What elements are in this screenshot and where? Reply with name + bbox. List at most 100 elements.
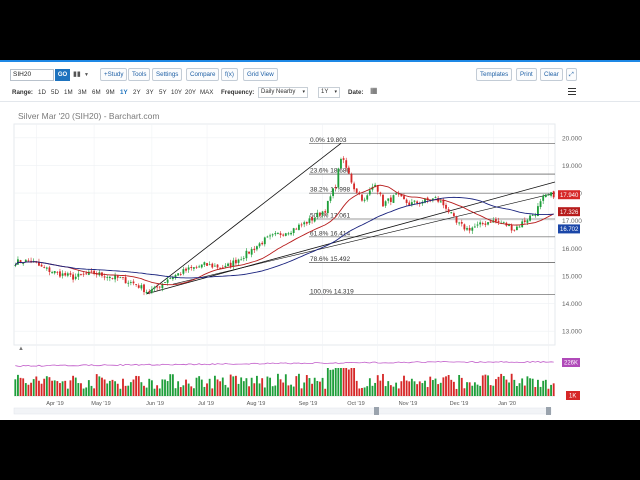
templates-button[interactable]: Templates — [476, 68, 513, 81]
clear-button[interactable]: Clear — [540, 68, 563, 81]
candle-body — [471, 227, 474, 231]
candle-body — [489, 221, 492, 223]
candle-body — [64, 273, 67, 276]
volume-bar — [468, 382, 471, 396]
candle-body — [232, 260, 235, 267]
candle-body — [248, 251, 250, 254]
candle-body — [61, 273, 64, 276]
candle-body — [143, 284, 145, 293]
menu-icon[interactable] — [568, 88, 576, 96]
volume-bar — [319, 381, 321, 396]
volume-bar — [379, 380, 382, 396]
candle-body — [282, 234, 285, 236]
candle-body — [463, 224, 466, 230]
candle-body — [169, 277, 172, 279]
fx-button[interactable]: f(x) — [221, 68, 238, 81]
candle-body — [82, 273, 85, 275]
volume-bar — [59, 383, 61, 396]
range-bar: Range: 1D 5D 1M 3M 6M 9M 1Y 2Y 3Y 5Y 10Y 20Y MAX Fre… — [0, 86, 640, 99]
volume-collapse-icon[interactable]: ▲ — [18, 346, 24, 352]
volume-bar — [258, 383, 261, 396]
scroller-handle-right[interactable] — [546, 407, 551, 415]
candle-body — [43, 267, 46, 268]
expand-icon[interactable]: ⤢ — [566, 68, 577, 81]
volume-bar — [195, 377, 198, 396]
fib-level-label: 78.6% 15.492 — [310, 256, 351, 263]
frequency-select[interactable]: Daily Nearby ▾ — [258, 87, 308, 98]
volume-bar — [48, 377, 51, 396]
grid-view-button[interactable]: Grid View — [243, 68, 278, 81]
symbol-input[interactable]: SIH20 — [10, 69, 54, 81]
volume-bar — [337, 368, 340, 396]
volume-bar — [277, 373, 279, 396]
candle-body — [476, 224, 479, 226]
volume-bar — [421, 383, 424, 396]
candle-body — [103, 276, 106, 278]
candle-body — [148, 291, 151, 293]
candle-body — [48, 267, 51, 272]
volume-bar — [484, 374, 487, 396]
compare-button[interactable]: Compare — [186, 68, 220, 81]
volume-bar — [200, 379, 203, 396]
range-3y[interactable]: 3Y — [146, 88, 154, 98]
candle-body — [269, 235, 271, 237]
candle-body — [40, 264, 43, 267]
candle-body — [468, 227, 471, 231]
candle-body — [513, 229, 516, 231]
fib-level-label: 23.6% 18.688 — [310, 168, 351, 175]
volume-bar — [308, 378, 311, 396]
settings-button[interactable]: Settings — [152, 68, 183, 81]
range-10y[interactable]: 10Y — [171, 88, 182, 98]
candle-body — [72, 274, 75, 280]
candle-body — [45, 267, 48, 269]
volume-bar — [119, 388, 122, 396]
volume-bar — [552, 383, 555, 396]
volume-bar — [516, 386, 518, 396]
range-3m[interactable]: 3M — [78, 88, 87, 98]
range-9m[interactable]: 9M — [106, 88, 115, 98]
candle-body — [69, 273, 72, 275]
candle-body — [114, 274, 117, 280]
calendar-icon[interactable]: ▦ — [370, 86, 378, 96]
range-20y[interactable]: 20Y — [185, 88, 196, 98]
range-1y[interactable]: 1Y — [120, 88, 128, 98]
volume-bar — [403, 375, 405, 396]
bar-type-icon[interactable]: ▮▮ — [73, 70, 81, 78]
volume-bar — [187, 383, 190, 396]
candle-body — [460, 222, 463, 224]
y-tick-label: 17.000 — [562, 218, 582, 225]
volume-bar — [476, 384, 479, 396]
candle-body — [450, 212, 453, 214]
chevron-down-icon[interactable]: ▼ — [84, 72, 89, 78]
volume-bar — [387, 381, 390, 396]
volume-bar — [447, 375, 450, 396]
range-1m[interactable]: 1M — [64, 88, 73, 98]
range-2y[interactable]: 2Y — [133, 88, 141, 98]
candle-body — [279, 233, 282, 235]
study-button[interactable]: +Study — [100, 68, 128, 81]
candle-body — [295, 228, 298, 230]
volume-bar — [434, 378, 437, 396]
candle-body — [434, 197, 437, 198]
time-scroller[interactable] — [13, 407, 552, 415]
frequency-label: Frequency: — [221, 89, 255, 96]
range-max[interactable]: MAX — [200, 88, 213, 98]
price-chart[interactable]: Silver Mar '20 (SIH20) - Barchart.com 20… — [0, 102, 640, 420]
volume-bar — [413, 381, 416, 396]
period-select[interactable]: 1Y ▾ — [318, 87, 340, 98]
range-1d[interactable]: 1D — [38, 88, 46, 98]
range-5y[interactable]: 5Y — [159, 88, 167, 98]
volume-bar — [256, 375, 258, 396]
fib-level-label: 61.8% 16.414 — [310, 230, 351, 237]
tools-button[interactable]: Tools — [128, 68, 151, 81]
go-button[interactable]: GO — [55, 69, 70, 81]
candle-body — [171, 277, 174, 280]
volume-bar — [492, 385, 495, 396]
candle-body — [337, 168, 340, 188]
print-button[interactable]: Print — [516, 68, 537, 81]
scroller-handle-left[interactable] — [374, 407, 379, 415]
candle-body — [403, 196, 405, 200]
range-5d[interactable]: 5D — [51, 88, 59, 98]
volume-bar — [30, 382, 32, 396]
range-6m[interactable]: 6M — [92, 88, 101, 98]
